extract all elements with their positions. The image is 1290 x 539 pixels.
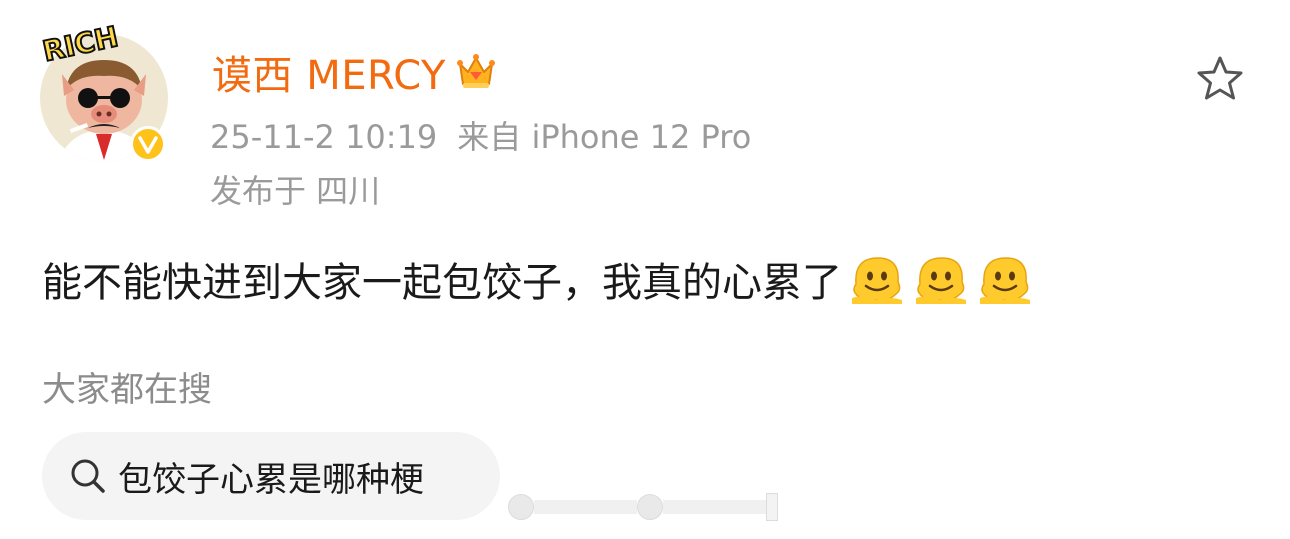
trending-query: 包饺子心累是哪种梗 xyxy=(118,459,424,500)
melting-face-emoji xyxy=(916,257,966,304)
watermark-end xyxy=(766,493,778,521)
verified-badge-icon xyxy=(130,126,166,162)
watermark-bar xyxy=(663,500,766,514)
rich-label: RICH xyxy=(39,22,122,62)
username-row: 谟西 MERCY xyxy=(212,44,498,100)
post-meta: 25-11-2 10:19 来自 iPhone 12 Pro xyxy=(210,112,751,158)
search-icon xyxy=(71,459,105,493)
post-timestamp: 25-11-2 10:19 xyxy=(210,118,438,156)
trending-title: 大家都在搜 xyxy=(42,370,212,410)
post-body: 能不能快进到大家一起包饺子，我真的心累了 xyxy=(42,244,1034,314)
watermark-dot xyxy=(508,494,534,520)
crown-icon[interactable] xyxy=(454,50,498,94)
watermark xyxy=(508,490,778,524)
svg-text:RICH: RICH xyxy=(40,22,121,62)
star-outline-icon[interactable] xyxy=(1194,54,1246,104)
watermark-dot xyxy=(637,494,663,520)
melting-face-emoji xyxy=(852,257,902,304)
watermark-bar xyxy=(534,500,637,514)
post-source: 来自 iPhone 12 Pro xyxy=(457,118,752,156)
melting-face-emoji xyxy=(980,257,1030,304)
avatar[interactable]: RICH xyxy=(39,22,168,162)
trending-search-chip[interactable]: 包饺子心累是哪种梗 xyxy=(42,432,500,520)
post-location: 发布于 四川 xyxy=(210,172,381,210)
post-text: 能不能快进到大家一起包饺子，我真的心累了 xyxy=(42,260,842,306)
username-link[interactable]: 谟西 MERCY xyxy=(212,43,446,101)
